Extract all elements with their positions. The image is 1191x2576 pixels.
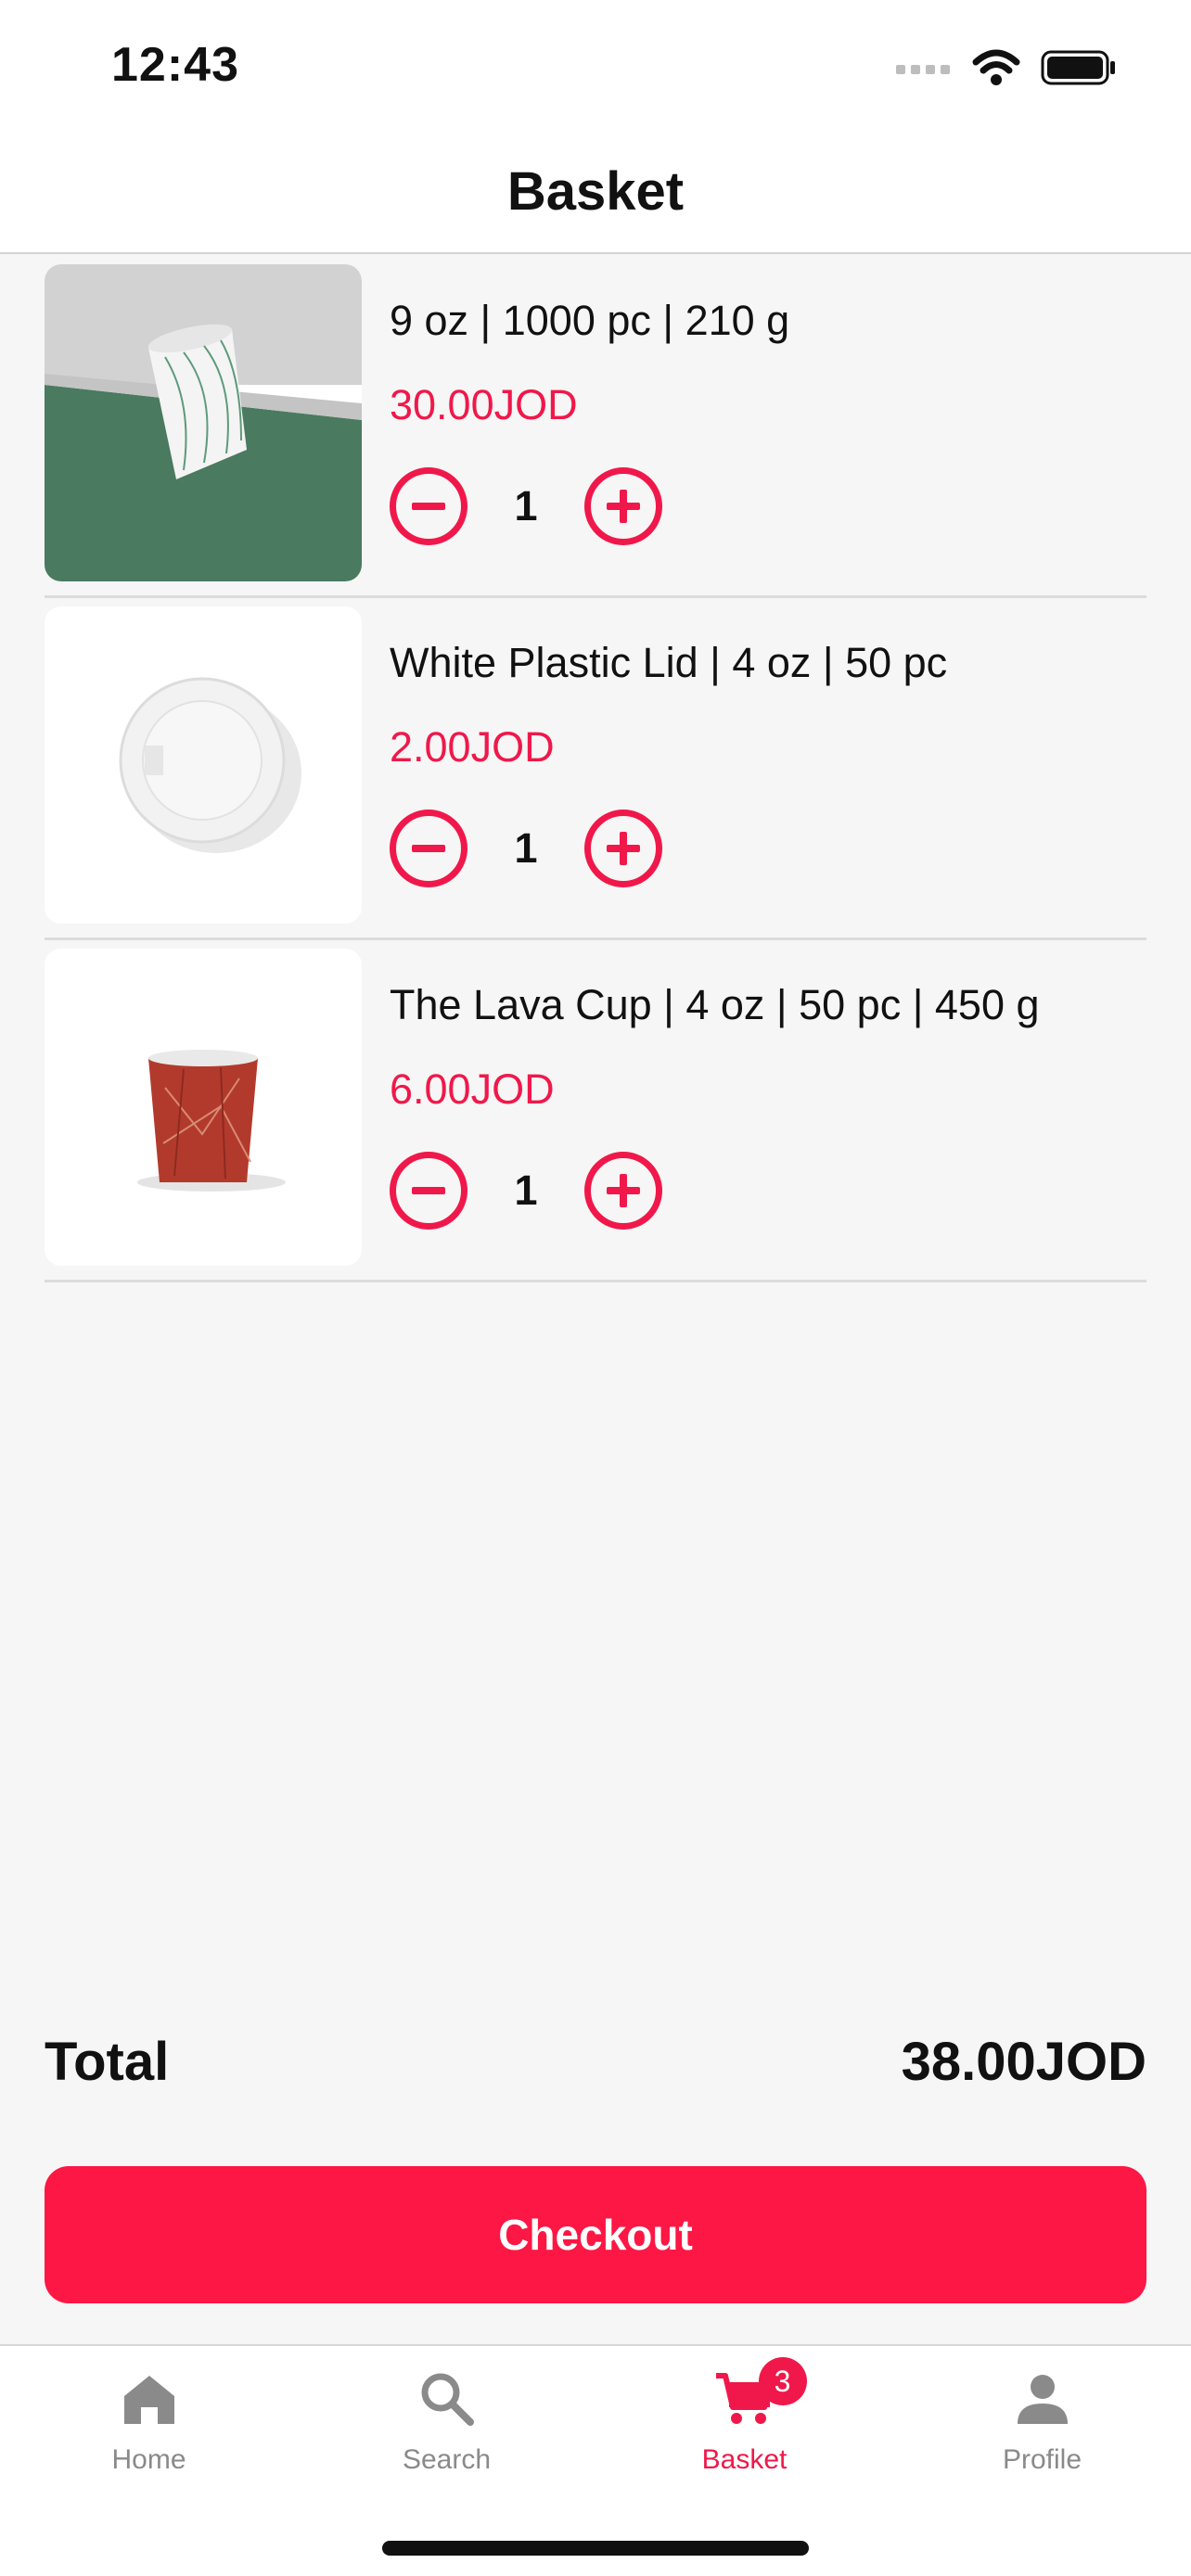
signal-icon [896,65,950,74]
increase-quantity-button[interactable] [584,467,662,545]
basket-item[interactable]: White Plastic Lid | 4 oz | 50 pc 2.00JOD… [45,598,1146,940]
item-price: 2.00JOD [390,723,555,771]
decrease-quantity-button[interactable] [390,1152,467,1230]
basket-item[interactable]: 9 oz | 1000 pc | 210 g 30.00JOD 1 [45,256,1146,598]
quantity-value: 1 [514,482,538,529]
increase-quantity-button[interactable] [584,1152,662,1230]
minus-icon [412,503,445,510]
product-image[interactable] [45,606,362,924]
page-title: Basket [506,160,685,222]
minus-icon [412,1187,445,1194]
basket-item-list: 9 oz | 1000 pc | 210 g 30.00JOD 1 White … [45,256,1146,1282]
battery-icon [1041,50,1115,85]
search-icon [421,2373,474,2426]
tab-label: Home [111,2444,186,2475]
quantity-stepper: 1 [390,810,662,887]
status-bar: 12:43 [0,0,1191,130]
status-time: 12:43 [111,38,239,92]
decrease-quantity-button[interactable] [390,467,467,545]
home-indicator [382,2541,809,2556]
profile-icon [1017,2375,1068,2424]
cart-icon-wrap: 3 [714,2357,807,2429]
item-price: 6.00JOD [390,1065,555,1113]
product-image-lava-cup [45,949,362,1266]
total-value: 38.00JOD [901,2032,1146,2092]
quantity-value: 1 [514,824,538,872]
tab-label: Basket [701,2444,788,2475]
product-image-cup [45,264,362,581]
status-icons [896,46,1117,89]
item-price: 30.00JOD [390,381,578,428]
total-row: Total 38.00JOD [45,2031,1146,2093]
tab-home[interactable]: Home [0,2346,298,2494]
increase-quantity-button[interactable] [584,810,662,887]
basket-count-badge: 3 [758,2357,807,2405]
tab-basket[interactable]: 3 Basket [596,2346,893,2494]
item-name: 9 oz | 1000 pc | 210 g [390,297,790,344]
wifi-icon [972,49,1020,85]
tab-profile[interactable]: Profile [893,2346,1191,2494]
minus-icon [412,845,445,852]
checkout-button[interactable]: Checkout [45,2166,1146,2303]
basket-item[interactable]: The Lava Cup | 4 oz | 50 pc | 450 g 6.00… [45,940,1146,1282]
quantity-stepper: 1 [390,467,662,545]
decrease-quantity-button[interactable] [390,810,467,887]
product-image[interactable] [45,949,362,1266]
nav-header: Basket [0,130,1191,254]
product-image[interactable] [45,264,362,581]
quantity-value: 1 [514,1167,538,1214]
home-icon [123,2376,174,2424]
tab-search[interactable]: Search [298,2346,596,2494]
product-image-lid [45,606,362,924]
item-name: White Plastic Lid | 4 oz | 50 pc [390,639,948,686]
quantity-stepper: 1 [390,1152,662,1230]
item-name: The Lava Cup | 4 oz | 50 pc | 450 g [390,981,1040,1028]
tab-label: Search [402,2444,492,2475]
total-label: Total [45,2032,170,2092]
tab-label: Profile [1002,2444,1082,2475]
